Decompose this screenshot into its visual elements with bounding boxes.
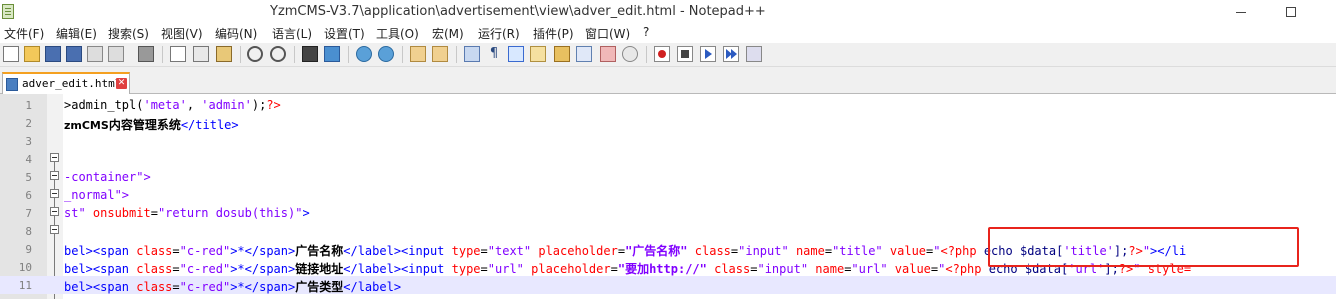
- paste-icon[interactable]: [216, 46, 232, 62]
- save-macro-icon[interactable]: [746, 46, 762, 62]
- line-number: 10: [18, 261, 32, 274]
- toolbar-separator: [646, 46, 647, 63]
- fold-collapse-icon[interactable]: [50, 207, 59, 216]
- print-icon[interactable]: [138, 46, 154, 62]
- sync-horizontal-icon[interactable]: [432, 46, 448, 62]
- menu-run[interactable]: 运行(R): [478, 25, 520, 42]
- menu-search[interactable]: 搜索(S): [108, 25, 149, 42]
- monitoring-eye-icon[interactable]: [622, 46, 638, 62]
- code-line[interactable]: 7 st" onsubmit="return dosub(this)">: [0, 204, 1336, 222]
- toolbar-separator: [348, 46, 349, 63]
- menu-language[interactable]: 语言(L): [272, 25, 312, 42]
- tab-label: adver_edit.html: [22, 77, 122, 90]
- toolbar-separator: [294, 46, 295, 63]
- menu-plugins[interactable]: 插件(P): [533, 25, 574, 42]
- menu-window[interactable]: 窗口(W): [585, 25, 630, 42]
- open-file-icon[interactable]: [24, 46, 40, 62]
- menu-settings[interactable]: 设置(T): [324, 25, 365, 42]
- saved-file-icon: [6, 78, 18, 91]
- fold-collapse-icon[interactable]: [50, 189, 59, 198]
- play-macro-icon[interactable]: [700, 46, 716, 62]
- close-icon[interactable]: [87, 46, 103, 62]
- user-language-icon[interactable]: [530, 46, 546, 62]
- record-macro-icon[interactable]: [654, 46, 670, 62]
- fold-collapse-icon[interactable]: [50, 153, 59, 162]
- run-macro-multiple-icon[interactable]: [723, 46, 739, 62]
- fold-collapse-icon[interactable]: [50, 225, 59, 234]
- code-line[interactable]: 5 -container">: [0, 168, 1336, 186]
- code-line[interactable]: 1 >admin_tpl('meta', 'admin');?>: [0, 96, 1336, 114]
- line-number: 8: [25, 225, 32, 238]
- indent-guide-icon[interactable]: [508, 46, 524, 62]
- function-list-icon[interactable]: [576, 46, 592, 62]
- zoom-in-icon[interactable]: [356, 46, 372, 62]
- toolbar-separator: [240, 46, 241, 63]
- code-editor[interactable]: 1 >admin_tpl('meta', 'admin');?> 2 zmCMS…: [0, 94, 1336, 299]
- line-number: 5: [25, 171, 32, 184]
- toolbar: ¶: [0, 43, 1336, 67]
- code-line-current[interactable]: 11 bel><span class="c-red">*</span>广告类型<…: [0, 276, 1336, 294]
- line-number: 1: [25, 99, 32, 112]
- tab-bar: adver_edit.html ✕: [0, 67, 1336, 94]
- tab-close-icon[interactable]: ✕: [116, 78, 127, 89]
- close-all-icon[interactable]: [108, 46, 124, 62]
- line-number: 2: [25, 117, 32, 130]
- code-line[interactable]: 6 _normal">: [0, 186, 1336, 204]
- notepadpp-app-icon: [2, 4, 14, 19]
- menu-help[interactable]: ?: [643, 25, 649, 39]
- title-bar: YzmCMS-V3.7\application\advertisement\vi…: [0, 0, 1336, 24]
- save-all-icon[interactable]: [66, 46, 82, 62]
- line-number: 7: [25, 207, 32, 220]
- folder-workspace-icon[interactable]: [600, 46, 616, 62]
- redo-icon[interactable]: [270, 46, 286, 62]
- line-number: 3: [25, 135, 32, 148]
- window-title: YzmCMS-V3.7\application\advertisement\vi…: [270, 4, 766, 19]
- code-line[interactable]: 3: [0, 132, 1336, 150]
- show-all-chars-icon[interactable]: ¶: [486, 46, 502, 62]
- code-line[interactable]: 4: [0, 150, 1336, 168]
- maximize-button[interactable]: [1268, 0, 1314, 24]
- fold-collapse-icon[interactable]: [50, 171, 59, 180]
- line-number: 11: [18, 279, 32, 292]
- line-number: 4: [25, 153, 32, 166]
- tab-adver-edit[interactable]: adver_edit.html ✕: [2, 72, 130, 94]
- highlight-annotation-box: [988, 227, 1299, 267]
- copy-icon[interactable]: [193, 46, 209, 62]
- line-number: 6: [25, 189, 32, 202]
- replace-icon[interactable]: [324, 46, 340, 62]
- toolbar-separator: [162, 46, 163, 63]
- undo-icon[interactable]: [247, 46, 263, 62]
- toolbar-separator: [402, 46, 403, 63]
- menu-file[interactable]: 文件(F): [4, 25, 44, 42]
- doc-map-icon[interactable]: [554, 46, 570, 62]
- menu-tools[interactable]: 工具(O): [376, 25, 419, 42]
- sync-vertical-icon[interactable]: [410, 46, 426, 62]
- line-number: 9: [25, 243, 32, 256]
- find-icon[interactable]: [302, 46, 318, 62]
- menu-macro[interactable]: 宏(M): [432, 25, 464, 42]
- code-line[interactable]: 2 zmCMS内容管理系统</title>: [0, 114, 1336, 132]
- stop-macro-icon[interactable]: [677, 46, 693, 62]
- save-icon[interactable]: [45, 46, 61, 62]
- zoom-out-icon[interactable]: [378, 46, 394, 62]
- minimize-button[interactable]: [1218, 0, 1264, 24]
- toolbar-separator: [456, 46, 457, 63]
- word-wrap-icon[interactable]: [464, 46, 480, 62]
- new-file-icon[interactable]: [3, 46, 19, 62]
- title-obscured-region: [18, 2, 268, 22]
- menu-view[interactable]: 视图(V): [161, 25, 203, 42]
- menu-edit[interactable]: 编辑(E): [56, 25, 97, 42]
- cut-icon[interactable]: [170, 46, 186, 62]
- menu-encoding[interactable]: 编码(N): [215, 25, 257, 42]
- menu-bar: 文件(F) 编辑(E) 搜索(S) 视图(V) 编码(N) 语言(L) 设置(T…: [0, 24, 1336, 43]
